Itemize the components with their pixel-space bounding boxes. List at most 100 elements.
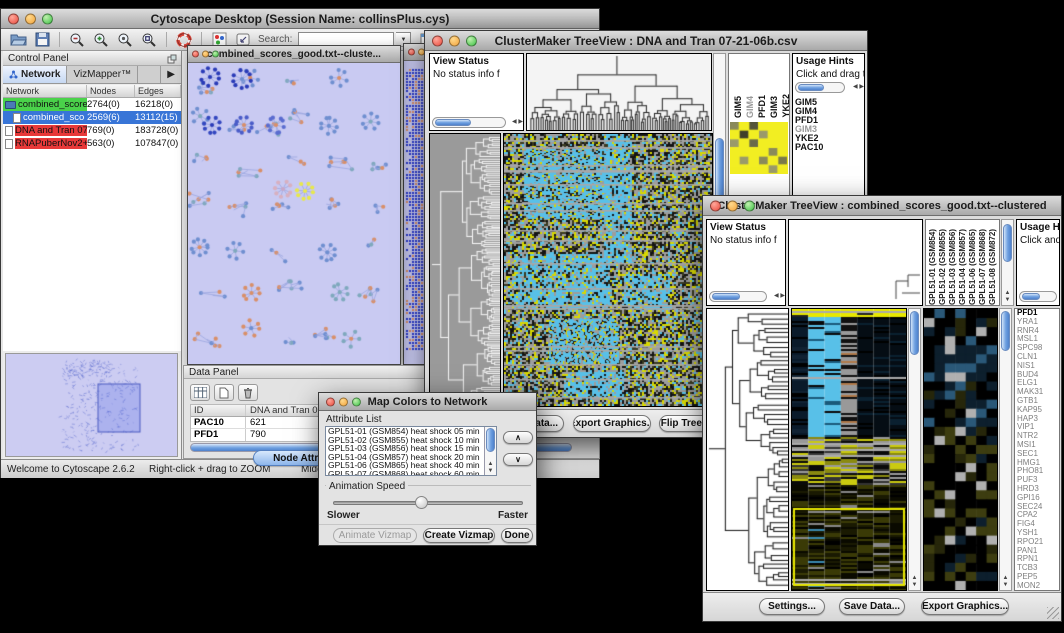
move-down-button[interactable]: ∨ (503, 453, 533, 466)
network-overview-panel[interactable] (5, 353, 178, 457)
scroll-thumb[interactable] (1003, 224, 1012, 262)
heatmap-canvas[interactable] (504, 134, 712, 406)
heatmap-canvas[interactable] (792, 309, 906, 590)
export-graphics-button[interactable]: Export Graphics... (573, 415, 651, 432)
tv2-detail-vscrollbar[interactable]: ▲▼ (999, 308, 1012, 591)
col-nodes[interactable]: Nodes (87, 85, 135, 97)
scroll-thumb[interactable] (435, 119, 471, 126)
gene-label[interactable]: PAC10 (793, 143, 823, 152)
scroll-thumb[interactable] (712, 293, 740, 300)
usage-hints-hscrollbar[interactable] (1019, 291, 1057, 302)
main-window-title: Cytoscape Desktop (Session Name: collins… (151, 12, 450, 26)
treeview1-titlebar[interactable]: ClusterMaker TreeView : DNA and Tran 07-… (425, 31, 867, 51)
zoom-fit-icon[interactable] (114, 30, 136, 49)
close-button[interactable] (8, 13, 19, 24)
zoom-button[interactable] (352, 397, 361, 406)
close-button[interactable] (710, 200, 721, 211)
done-button[interactable]: Done (501, 528, 533, 543)
usage-hints-title: Usage Hints (1017, 220, 1059, 233)
dialog-titlebar[interactable]: Map Colors to Network (319, 393, 536, 411)
float-panel-icon[interactable] (167, 54, 177, 64)
slower-label: Slower (327, 510, 360, 521)
close-button[interactable] (408, 49, 415, 56)
col-network[interactable]: Network (3, 85, 87, 97)
tv2-labels-vscrollbar[interactable]: ▲▼ (1001, 219, 1014, 306)
minimize-button[interactable] (727, 200, 738, 211)
delete-attribute-icon[interactable] (238, 384, 258, 401)
column-label: GPL51-03 (GSM856) (948, 229, 958, 305)
minimize-button[interactable] (339, 397, 348, 406)
divider (319, 524, 536, 525)
treeview2-title: ClusterMaker TreeView : combined_scores_… (717, 200, 1046, 212)
table-row[interactable]: RNAPuberNov2+ 563(0) 107847(0) (3, 137, 181, 150)
scroll-thumb[interactable] (910, 311, 919, 355)
tv1-info-hscrollbar[interactable] (795, 82, 845, 93)
scroll-thumb[interactable] (798, 84, 824, 91)
slider-thumb[interactable] (415, 496, 428, 509)
tv2-column-dendrogram[interactable] (788, 219, 923, 306)
network-window-titlebar[interactable]: combined_scores_good.txt--cluste... (188, 46, 400, 63)
tv1-heatmap[interactable] (503, 133, 713, 407)
close-button[interactable] (432, 35, 443, 46)
zoom-selected-icon[interactable] (138, 30, 160, 49)
table-row[interactable]: DNA and Tran 07 769(0) 183728(0) (3, 124, 181, 137)
tv2-button-bar: Settings... Save Data... Export Graphics… (703, 592, 1061, 621)
tv1-summary-matrix-canvas[interactable] (730, 122, 788, 174)
close-button[interactable] (192, 51, 199, 58)
network-overview-canvas[interactable] (6, 354, 177, 456)
save-session-button[interactable] (31, 30, 53, 49)
minimize-button[interactable] (449, 35, 460, 46)
tv1-row-dendrogram[interactable] (429, 133, 501, 407)
network-view-canvas[interactable] (188, 63, 400, 364)
tab-network[interactable]: Network (3, 66, 67, 83)
animate-vizmap-button[interactable]: Animate Vizmap (333, 528, 417, 543)
zoom-button[interactable] (42, 13, 53, 24)
tv2-heatmap[interactable] (791, 308, 907, 591)
zoom-button[interactable] (744, 200, 755, 211)
export-graphics-button[interactable]: Export Graphics... (921, 598, 1009, 615)
tv2-detail-heatmap[interactable] (923, 308, 998, 591)
view-status-hscrollbar[interactable] (432, 117, 506, 128)
zoom-out-icon[interactable] (66, 30, 88, 49)
zoom-button[interactable] (466, 35, 477, 46)
control-panel: Control Panel Network VizMapper™ ▶ Netwo… (3, 51, 182, 459)
scroll-thumb[interactable] (1001, 311, 1010, 351)
column-label: GPL51-04 (GSM857) (958, 229, 968, 305)
gene-label[interactable]: MON2 (1015, 582, 1059, 591)
attribute-item[interactable]: GPL51-07 (GSM868) heat shock 60 min (326, 470, 496, 476)
tab-vizmapper[interactable]: VizMapper™ (67, 66, 138, 83)
column-label: GPL51-02 (GSM855) (938, 229, 948, 305)
settings-button[interactable]: Settings... (759, 598, 825, 615)
scroll-thumb[interactable] (1022, 293, 1040, 300)
move-up-button[interactable]: ∧ (503, 431, 533, 444)
main-titlebar[interactable]: Cytoscape Desktop (Session Name: collins… (1, 9, 599, 29)
animation-speed-slider[interactable] (333, 501, 523, 505)
view-status-hscrollbar[interactable] (709, 291, 767, 302)
more-tabs-button[interactable]: ▶ (160, 66, 181, 83)
row-dendrogram-canvas[interactable] (430, 134, 500, 406)
treeview2-titlebar[interactable]: ClusterMaker TreeView : combined_scores_… (703, 196, 1061, 216)
zoom-button[interactable] (212, 51, 219, 58)
column-dendrogram-canvas[interactable] (789, 220, 922, 305)
zoom-in-icon[interactable] (90, 30, 112, 49)
column-dendrogram-canvas[interactable] (527, 54, 711, 130)
table-row[interactable]: combined_scores 2764(0) 16218(0) (3, 98, 181, 111)
close-button[interactable] (326, 397, 335, 406)
minimize-button[interactable] (25, 13, 36, 24)
scroll-thumb[interactable] (486, 428, 495, 452)
resize-grip[interactable] (1047, 607, 1059, 619)
detail-heatmap-canvas[interactable] (924, 309, 997, 590)
select-attributes-button[interactable] (190, 384, 210, 401)
tv2-heatmap-vscrollbar[interactable]: ▲▼ (908, 308, 921, 591)
table-row-selected[interactable]: combined_sco 2569(6) 13112(15) (3, 111, 181, 124)
new-attribute-button[interactable] (214, 384, 234, 401)
tv2-row-dendrogram[interactable] (706, 308, 789, 591)
create-vizmap-button[interactable]: Create Vizmap (423, 528, 495, 543)
tv1-column-dendrogram[interactable] (526, 53, 712, 131)
minimize-button[interactable] (202, 51, 209, 58)
row-dendrogram-canvas[interactable] (707, 309, 788, 590)
col-edges[interactable]: Edges (135, 85, 181, 97)
save-data-button[interactable]: Save Data... (839, 598, 905, 615)
attribute-list-scrollbar[interactable]: ▲▼ (484, 427, 496, 475)
open-session-button[interactable] (7, 30, 29, 49)
